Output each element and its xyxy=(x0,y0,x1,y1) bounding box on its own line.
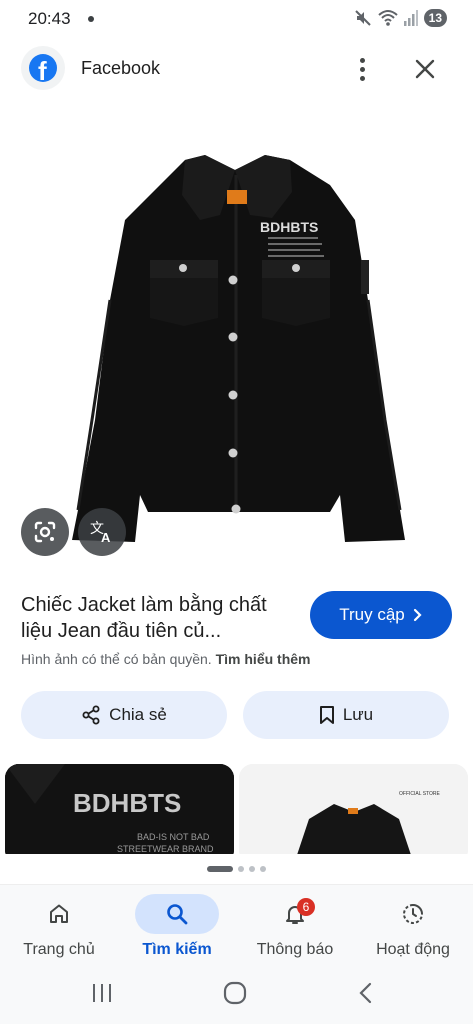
activity-icon xyxy=(403,904,423,924)
status-bar: 20:43 13 xyxy=(0,0,473,38)
share-button[interactable]: Chia sẻ xyxy=(21,691,227,739)
home-icon xyxy=(50,904,68,923)
nav-home-pill xyxy=(17,894,101,934)
mute-icon xyxy=(354,10,371,26)
source-header: f Facebook xyxy=(0,44,473,94)
visit-button[interactable]: Truy cập xyxy=(310,591,452,639)
related-image-2[interactable]: OFFICIAL STORE xyxy=(239,764,468,854)
share-label: Chia sẻ xyxy=(109,705,167,724)
related-images: BDHBTS BAD-IS NOT BAD STREETWEAR BRAND O… xyxy=(0,764,473,854)
battery-level: 13 xyxy=(423,9,447,27)
related-jacket-closeup: BDHBTS BAD-IS NOT BAD STREETWEAR BRAND xyxy=(5,764,234,854)
bottom-navigation: Trang chủ Tìm kiếm 6 Thông báo Hoạt động xyxy=(0,884,473,970)
home-button-icon[interactable] xyxy=(222,980,248,1006)
translate-button[interactable]: 文 A xyxy=(78,508,126,556)
nav-activity[interactable]: Hoạt động xyxy=(354,885,472,971)
nav-notifications-pill: 6 xyxy=(253,894,337,934)
wifi-icon xyxy=(377,10,398,26)
jacket-brand-text: BDHBTS xyxy=(260,219,318,235)
facebook-logo[interactable]: f xyxy=(21,46,65,90)
nav-home[interactable]: Trang chủ xyxy=(0,885,118,971)
more-options-button[interactable] xyxy=(348,54,376,84)
related-sub-text: BAD-IS NOT BAD xyxy=(137,832,210,842)
related-sub-text-2: STREETWEAR BRAND xyxy=(117,844,214,854)
visit-label: Truy cập xyxy=(339,605,405,624)
nav-notifications[interactable]: 6 Thông báo xyxy=(236,885,354,971)
carousel-dot xyxy=(249,866,255,872)
nav-activity-label: Hoạt động xyxy=(376,941,450,958)
save-label: Lưu xyxy=(342,705,374,724)
save-button[interactable]: Lưu xyxy=(243,691,449,739)
more-icon xyxy=(359,57,365,63)
official-store-text: OFFICIAL STORE xyxy=(399,791,441,797)
notification-badge: 6 xyxy=(297,898,315,916)
copyright-notice: Hình ảnh có thể có bản quyền. Tìm hiểu t… xyxy=(21,651,311,667)
recent-apps-icon[interactable] xyxy=(90,982,114,1004)
nav-home-label: Trang chủ xyxy=(23,941,95,958)
share-icon xyxy=(82,705,100,725)
carousel-dot-active xyxy=(207,866,233,872)
nav-search-pill xyxy=(135,894,219,934)
nav-search-label: Tìm kiếm xyxy=(142,941,212,958)
status-icons: 13 xyxy=(354,9,447,27)
lens-icon xyxy=(34,521,56,543)
carousel-dot xyxy=(238,866,244,872)
system-navigation-bar xyxy=(0,970,473,1024)
signal-icon xyxy=(403,10,418,26)
nav-search[interactable]: Tìm kiếm xyxy=(118,885,236,971)
result-title[interactable]: Chiếc Jacket làm bằng chất liệu Jean đầu… xyxy=(21,592,301,644)
close-icon[interactable] xyxy=(410,54,440,84)
back-icon[interactable] xyxy=(356,981,376,1005)
facebook-icon: f xyxy=(29,54,57,82)
result-image[interactable]: BDHBTS xyxy=(0,100,473,570)
search-icon xyxy=(167,904,188,925)
nav-activity-pill xyxy=(371,894,455,934)
nav-notifications-label: Thông báo xyxy=(256,941,334,958)
bookmark-icon xyxy=(319,706,334,724)
copyright-text: Hình ảnh có thể có bản quyền. xyxy=(21,651,212,667)
related-jacket-product: OFFICIAL STORE xyxy=(239,764,468,854)
related-image-1[interactable]: BDHBTS BAD-IS NOT BAD STREETWEAR BRAND xyxy=(5,764,234,854)
translate-icon: 文 A xyxy=(90,520,111,545)
svg-text:A: A xyxy=(101,530,111,545)
chevron-right-icon xyxy=(413,608,422,622)
notification-dot xyxy=(88,16,94,22)
learn-more-link[interactable]: Tìm hiểu thêm xyxy=(216,651,311,667)
google-lens-button[interactable] xyxy=(21,508,69,556)
carousel-dot xyxy=(260,866,266,872)
related-brand-text: BDHBTS xyxy=(73,788,181,818)
source-name[interactable]: Facebook xyxy=(81,58,160,79)
status-time: 20:43 xyxy=(28,9,71,28)
carousel-indicator xyxy=(0,866,473,872)
jacket-image: BDHBTS xyxy=(72,155,405,542)
